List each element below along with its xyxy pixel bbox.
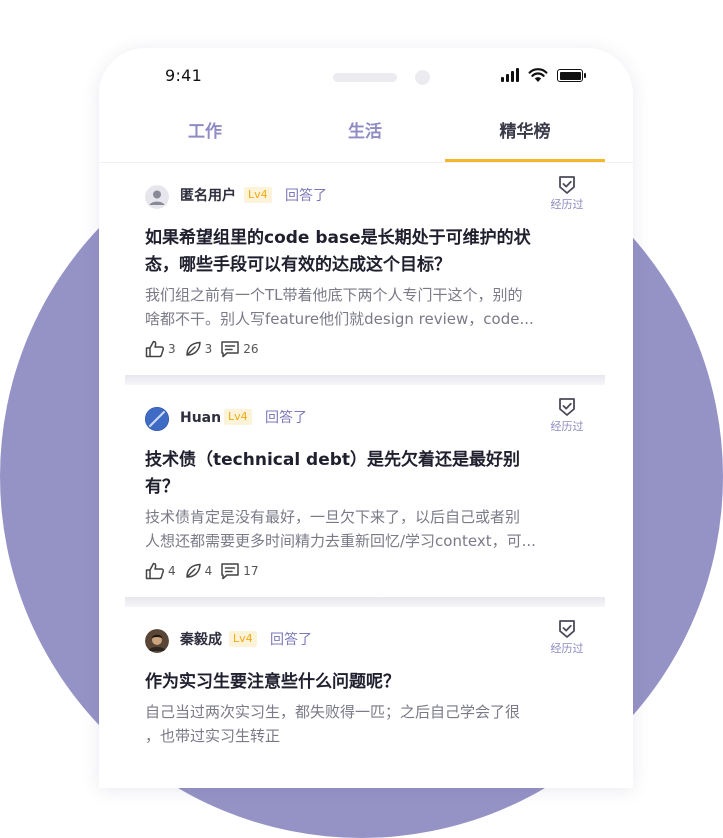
post-excerpt[interactable]: 我们组之前有一个TL带着他底下两个人专门干这个，别的 啥都不干。别人写featu… (145, 283, 585, 331)
anonymous-avatar-icon (145, 185, 169, 209)
post-title-line: 技术债（technical debt）是先欠着还是最好别 (145, 450, 521, 470)
category-tabs: 工作 生活 精华榜 (125, 108, 605, 162)
card-separator (125, 597, 605, 607)
level-badge: Lv4 (244, 187, 272, 203)
status-icons (501, 66, 591, 86)
post-title-line: 作为实习生要注意些什么问题呢？ (145, 672, 400, 692)
post-stats: 4 4 17 (145, 561, 267, 581)
leaf-icon (185, 341, 201, 356)
thumbs-up-icon (145, 340, 165, 358)
comment-icon (221, 563, 240, 580)
share-stat[interactable]: 3 (184, 340, 213, 358)
experienced-badge[interactable]: 经历过 (547, 619, 587, 656)
post-card[interactable]: 匿名用户 Lv4 回答了 经历过 如果希望组里的code base是长期处于可维… (125, 163, 605, 375)
author-name[interactable]: Huan (180, 409, 221, 427)
author-name[interactable]: 匿名用户 (180, 187, 236, 205)
post-title-line: 态，哪些手段可以有效的达成这个目标？ (145, 255, 451, 275)
post-excerpt[interactable]: 技术债肯定是没有最好，一旦欠下来了，以后自己或者别 人想还都需要更多时间精力去重… (145, 505, 585, 553)
post-feed: 匿名用户 Lv4 回答了 经历过 如果希望组里的code base是长期处于可维… (125, 163, 605, 788)
badge-label: 经历过 (550, 198, 584, 211)
post-title-line: 有？ (145, 477, 179, 497)
signal-icon (501, 68, 521, 82)
avatar[interactable] (145, 185, 169, 209)
like-count: 3 (168, 342, 176, 356)
status-bar: 9:41 (99, 48, 633, 108)
excerpt-line: 人想还都需要更多时间精力去重新回忆/学习context，可... (145, 532, 536, 550)
author-name[interactable]: 秦毅成 (180, 631, 222, 649)
comment-stat[interactable]: 26 (220, 340, 259, 358)
excerpt-line: ，也带过实习生转正 (145, 727, 281, 745)
comment-icon (221, 341, 240, 358)
card-separator (125, 375, 605, 385)
excerpt-line: 自己当过两次实习生，都失败得一匹；之后自己学会了很 (145, 703, 521, 721)
action-label: 回答了 (265, 410, 307, 426)
badge-label: 经历过 (550, 642, 584, 655)
experienced-badge[interactable]: 经历过 (547, 397, 587, 434)
like-stat[interactable]: 4 (145, 562, 176, 580)
wifi-icon (528, 68, 548, 82)
level-badge: Lv4 (224, 409, 252, 425)
level-badge: Lv4 (229, 631, 257, 647)
like-stat[interactable]: 3 (145, 340, 176, 358)
share-count: 3 (204, 342, 213, 356)
experienced-badge[interactable]: 经历过 (547, 175, 587, 212)
excerpt-line: 我们组之前有一个TL带着他底下两个人专门干这个，别的 (145, 286, 523, 304)
avatar[interactable] (145, 629, 169, 653)
excerpt-line: 啥都不干。别人写feature他们就design review，code... (145, 310, 534, 328)
shield-check-icon (559, 176, 575, 194)
excerpt-line: 技术债肯定是没有最好，一旦欠下来了，以后自己或者别 (145, 508, 521, 526)
comment-stat[interactable]: 17 (220, 562, 259, 580)
tab-work[interactable]: 工作 (125, 108, 285, 162)
tab-life[interactable]: 生活 (285, 108, 445, 162)
post-title-line: 如果希望组里的code base是长期处于可维护的状 (145, 228, 531, 248)
tab-featured[interactable]: 精华榜 (445, 108, 605, 162)
shield-check-icon (559, 620, 575, 638)
share-stat[interactable]: 4 (184, 562, 213, 580)
comment-count: 26 (243, 342, 259, 356)
camera-dot (415, 70, 430, 85)
badge-label: 经历过 (550, 420, 584, 433)
post-title[interactable]: 作为实习生要注意些什么问题呢？ (145, 669, 585, 696)
leaf-icon (185, 563, 201, 578)
shield-check-icon (559, 398, 575, 416)
like-count: 4 (168, 564, 176, 578)
post-title[interactable]: 技术债（technical debt）是先欠着还是最好别 有？ (145, 447, 585, 501)
post-stats: 3 3 26 (145, 339, 267, 359)
share-count: 4 (204, 564, 213, 578)
battery-icon (557, 69, 586, 82)
user-avatar-icon (145, 629, 169, 653)
post-card[interactable]: Huan Lv4 回答了 经历过 技术债（technical debt）是先欠着… (125, 385, 605, 597)
post-title[interactable]: 如果希望组里的code base是长期处于可维护的状 态，哪些手段可以有效的达成… (145, 225, 585, 279)
status-time: 9:41 (165, 66, 203, 85)
action-label: 回答了 (285, 188, 327, 204)
avatar[interactable] (145, 407, 169, 431)
phone-frame: 9:41 工作 生活 精华榜 匿名用户 Lv4 回答了 经历过 如果希望组里的c… (99, 48, 633, 788)
action-label: 回答了 (270, 632, 312, 648)
user-avatar-icon (145, 407, 169, 431)
post-card[interactable]: 秦毅成 Lv4 回答了 经历过 作为实习生要注意些什么问题呢？ 自己当过两次实习… (125, 607, 605, 788)
post-excerpt[interactable]: 自己当过两次实习生，都失败得一匹；之后自己学会了很 ，也带过实习生转正 (145, 700, 585, 748)
thumbs-up-icon (145, 562, 165, 580)
speaker-pill (333, 73, 397, 82)
comment-count: 17 (243, 564, 259, 578)
